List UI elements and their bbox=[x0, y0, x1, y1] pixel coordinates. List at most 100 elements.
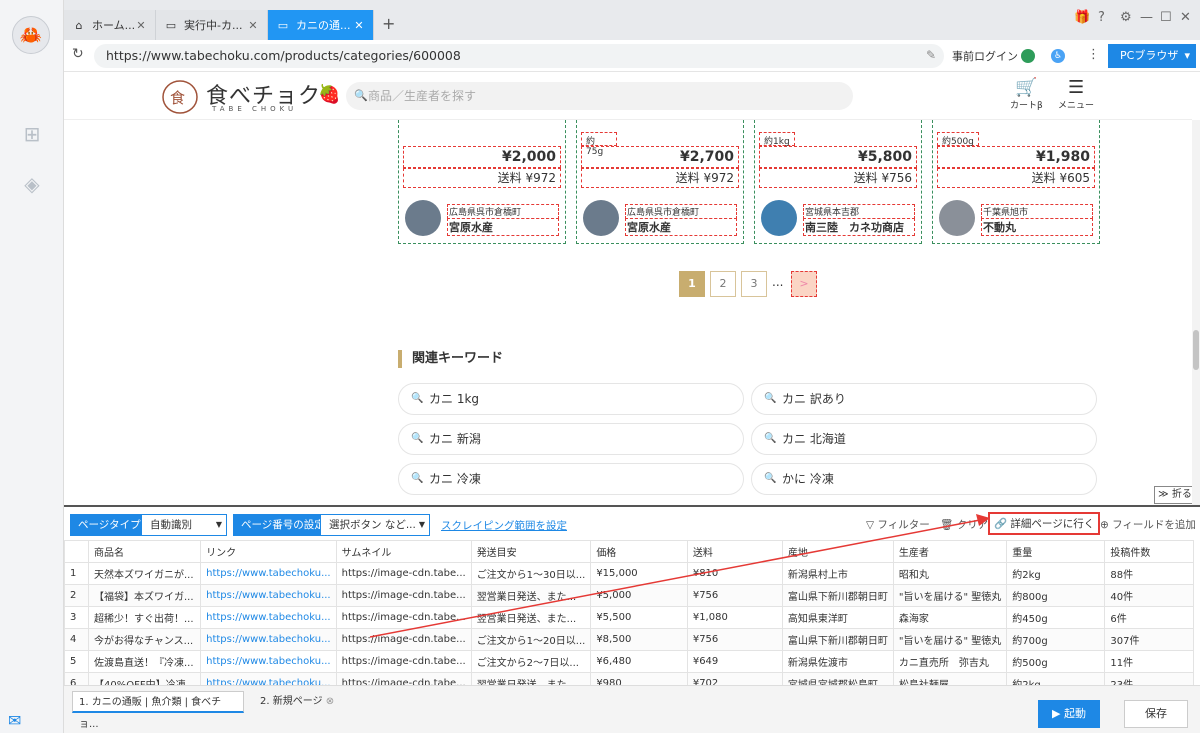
layers-icon[interactable]: ◈ bbox=[20, 172, 44, 196]
table-cell[interactable]: https://www.tabechoku... bbox=[200, 628, 337, 651]
table-cell[interactable]: https://image-cdn.tabe... bbox=[335, 650, 472, 673]
page-tab-2[interactable]: 2. 新規ページ ⊗ bbox=[254, 691, 340, 713]
table-cell[interactable]: 【福袋】本ズワイガ... bbox=[87, 584, 202, 607]
keyword-chip[interactable]: 🔍 カニ 新潟 bbox=[398, 423, 744, 455]
more-icon[interactable]: ⋮ bbox=[1087, 47, 1100, 62]
table-cell[interactable]: 今がお得なチャンス... bbox=[87, 628, 202, 651]
column-header[interactable]: 生産者 bbox=[892, 540, 1008, 563]
table-cell[interactable]: 約700g bbox=[1006, 628, 1106, 651]
table-cell[interactable]: ¥756 bbox=[686, 584, 783, 607]
column-header[interactable]: リンク bbox=[200, 540, 337, 563]
keyword-chip[interactable]: 🔍 カニ 冷凍 bbox=[398, 463, 744, 495]
page-type-select[interactable]: 自動識別 ▼ bbox=[141, 514, 227, 536]
table-cell[interactable]: 森海家 bbox=[892, 606, 1008, 629]
table-cell[interactable]: https://image-cdn.tabe... bbox=[335, 562, 472, 585]
table-row[interactable]: 4 今がお得なチャンス... https://www.tabechoku... htt… bbox=[64, 628, 1194, 651]
product-card[interactable]: ¥2,000 送料 ¥972 広島県呉市倉橋町 宮原水産 bbox=[398, 120, 566, 244]
user-icon[interactable]: ♿ bbox=[1051, 49, 1065, 63]
table-cell[interactable]: https://www.tabechoku... bbox=[200, 606, 337, 629]
web-scrollbar-thumb[interactable] bbox=[1193, 330, 1199, 370]
save-button[interactable]: 保存 bbox=[1124, 700, 1188, 728]
cart-button[interactable]: 🛒 カートβ bbox=[1010, 78, 1043, 112]
table-cell[interactable]: ¥15,000 bbox=[590, 562, 688, 585]
table-cell[interactable]: 昭和丸 bbox=[892, 562, 1008, 585]
table-cell[interactable]: https://image-cdn.tabe... bbox=[335, 628, 472, 651]
keyword-chip[interactable]: 🔍 カニ 訳あり bbox=[751, 383, 1097, 415]
table-cell[interactable]: 約450g bbox=[1006, 606, 1106, 629]
reload-icon[interactable]: ↻ bbox=[72, 46, 84, 62]
table-cell[interactable]: ¥810 bbox=[686, 562, 783, 585]
tab-crab[interactable]: ▭ カニの通... ✕ bbox=[268, 10, 374, 40]
table-cell[interactable]: https://image-cdn.tabe... bbox=[335, 584, 472, 607]
settings-icon[interactable]: ⚙ bbox=[1120, 10, 1132, 25]
table-cell[interactable]: 翌営業日発送、また... bbox=[470, 584, 592, 607]
gift-icon[interactable]: 🎁 bbox=[1074, 10, 1090, 25]
close-window-icon[interactable]: ✕ bbox=[1180, 10, 1191, 25]
product-card[interactable]: 約500g ¥1,980 送料 ¥605 千葉県旭市 不動丸 bbox=[932, 120, 1100, 244]
minimize-icon[interactable]: — bbox=[1140, 10, 1153, 25]
table-cell[interactable]: 6件 bbox=[1104, 606, 1194, 629]
table-cell[interactable]: 88件 bbox=[1104, 562, 1194, 585]
pc-browser-button[interactable]: PCブラウザ ▾ bbox=[1108, 44, 1196, 68]
table-row[interactable]: 2 【福袋】本ズワイガ... https://www.tabechoku... htt… bbox=[64, 584, 1194, 607]
go-detail-page-button[interactable]: 🔗 詳細ページに行く bbox=[988, 512, 1101, 535]
table-cell[interactable]: 約800g bbox=[1006, 584, 1106, 607]
page-1-button[interactable]: 1 bbox=[679, 271, 705, 297]
close-icon[interactable]: ⊗ bbox=[326, 696, 334, 707]
table-cell[interactable]: 新潟県村上市 bbox=[781, 562, 894, 585]
new-task-icon[interactable]: ⊞ bbox=[20, 122, 44, 146]
table-cell[interactable]: 翌営業日発送、また... bbox=[470, 606, 592, 629]
product-card[interactable]: 約1kg ¥5,800 送料 ¥756 宮城県本吉郡 南三陸 カネ功商店 bbox=[754, 120, 922, 244]
page-3-button[interactable]: 3 bbox=[741, 271, 767, 297]
close-icon[interactable]: ✕ bbox=[247, 19, 259, 32]
column-header[interactable]: 投稿件数 bbox=[1104, 540, 1194, 563]
column-header[interactable]: 送料 bbox=[686, 540, 783, 563]
column-header[interactable]: 産地 bbox=[781, 540, 894, 563]
table-cell[interactable]: ¥5,000 bbox=[590, 584, 688, 607]
table-cell[interactable]: 307件 bbox=[1104, 628, 1194, 651]
new-tab-icon[interactable]: + bbox=[382, 14, 395, 33]
status-icon[interactable] bbox=[1021, 49, 1035, 63]
table-cell[interactable]: カニ直売所 弥吉丸 bbox=[892, 650, 1008, 673]
clear-button[interactable]: 🗑 クリア bbox=[940, 517, 988, 532]
table-row[interactable]: 5 佐渡島直送！『冷凍... https://www.tabechoku... htt… bbox=[64, 650, 1194, 673]
scrape-range-link[interactable]: スクレイピング範囲を設定 bbox=[441, 518, 567, 533]
web-scrollbar[interactable] bbox=[1192, 120, 1200, 505]
table-cell[interactable]: ¥5,500 bbox=[590, 606, 688, 629]
keyword-chip[interactable]: 🔍 かに 冷凍 bbox=[751, 463, 1097, 495]
page-2-button[interactable]: 2 bbox=[710, 271, 736, 297]
tab-home[interactable]: ⌂ ホーム... ✕ bbox=[64, 10, 156, 40]
table-cell[interactable]: ¥8,500 bbox=[590, 628, 688, 651]
close-icon[interactable]: ✕ bbox=[135, 19, 147, 32]
table-cell[interactable]: 11件 bbox=[1104, 650, 1194, 673]
table-cell[interactable]: 40件 bbox=[1104, 584, 1194, 607]
table-cell[interactable]: ¥1,080 bbox=[686, 606, 783, 629]
table-cell[interactable]: ご注文から1〜30日以... bbox=[470, 562, 592, 585]
crab-logo-icon[interactable]: 🦀 bbox=[12, 16, 50, 54]
tab-running[interactable]: ▭ 実行中-カ... ✕ bbox=[156, 10, 268, 40]
table-cell[interactable]: ¥756 bbox=[686, 628, 783, 651]
run-button[interactable]: ▶ 起動 bbox=[1038, 700, 1100, 728]
table-cell[interactable]: 富山県下新川郡朝日町 bbox=[781, 628, 894, 651]
table-cell[interactable]: 佐渡島直送！『冷凍... bbox=[87, 650, 202, 673]
close-icon[interactable]: ✕ bbox=[353, 19, 365, 32]
column-header[interactable]: サムネイル bbox=[335, 540, 472, 563]
keyword-chip[interactable]: 🔍 カニ 北海道 bbox=[751, 423, 1097, 455]
pre-login-button[interactable]: 事前ログイン bbox=[952, 48, 1018, 64]
maximize-icon[interactable]: ☐ bbox=[1160, 10, 1172, 25]
table-cell[interactable]: 富山県下新川郡朝日町 bbox=[781, 584, 894, 607]
table-cell[interactable]: https://www.tabechoku... bbox=[200, 650, 337, 673]
add-field-button[interactable]: ⊕ フィールドを追加 bbox=[1100, 517, 1196, 532]
table-cell[interactable]: "旨いを届ける" 聖徳丸 bbox=[892, 584, 1008, 607]
next-page-button[interactable]: > bbox=[791, 271, 817, 297]
table-cell[interactable]: 新潟県佐渡市 bbox=[781, 650, 894, 673]
menu-button[interactable]: ☰ メニュー bbox=[1058, 78, 1094, 112]
table-cell[interactable]: 天然本ズワイガニが... bbox=[87, 562, 202, 585]
column-header[interactable]: 発送目安 bbox=[470, 540, 592, 563]
column-header[interactable]: 重量 bbox=[1006, 540, 1106, 563]
table-cell[interactable]: ご注文から2〜7日以... bbox=[470, 650, 592, 673]
table-cell[interactable]: 約500g bbox=[1006, 650, 1106, 673]
product-card[interactable]: 約75g ¥2,700 送料 ¥972 広島県呉市倉橋町 宮原水産 bbox=[576, 120, 744, 244]
edit-icon[interactable]: ✎ bbox=[926, 48, 936, 62]
table-row[interactable]: 1 天然本ズワイガニが... https://www.tabechoku... htt… bbox=[64, 562, 1194, 585]
